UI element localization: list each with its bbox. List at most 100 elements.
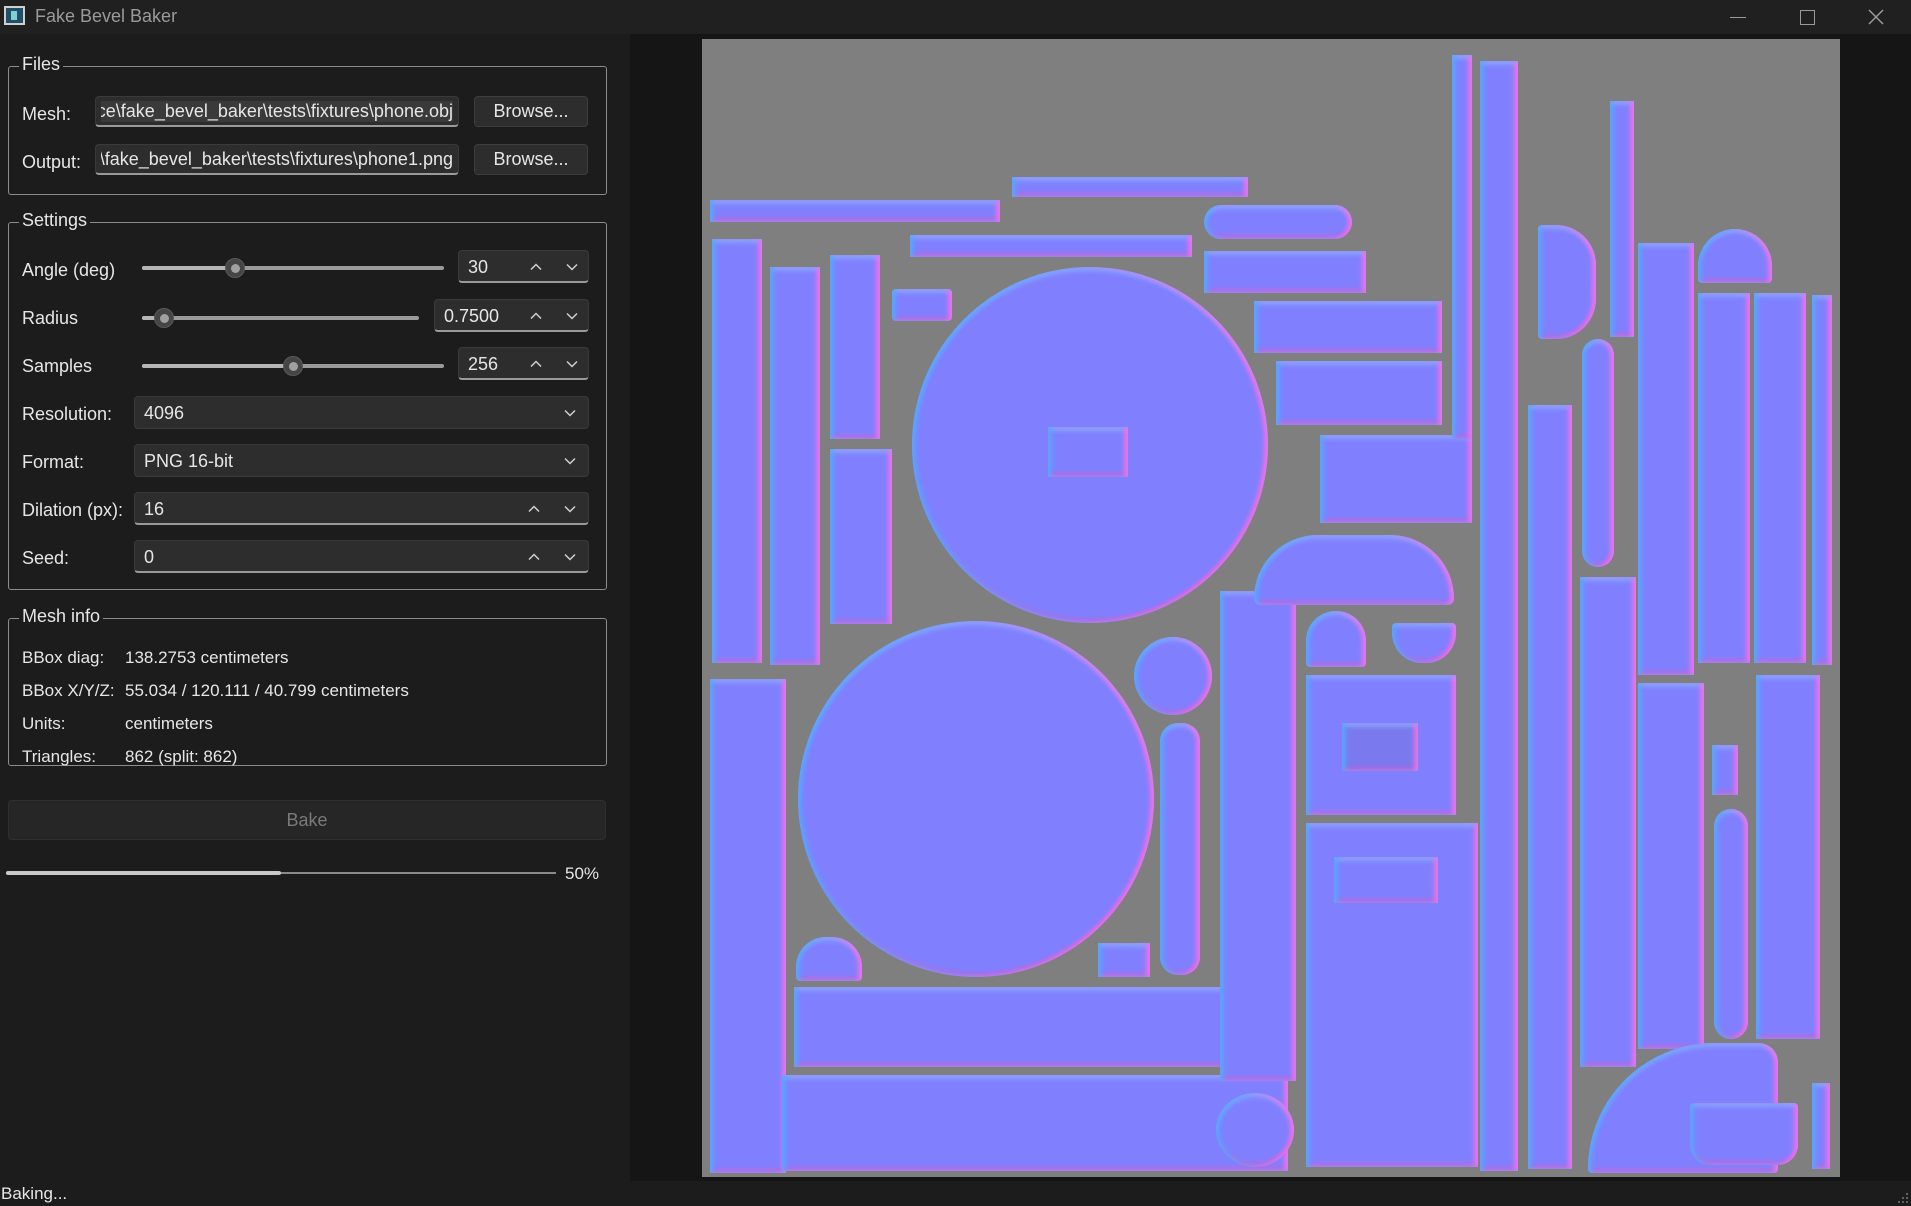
uv-island <box>1638 243 1694 675</box>
uv-island <box>798 621 1154 977</box>
uv-island <box>1160 723 1200 975</box>
chevron-down-icon <box>566 312 578 320</box>
bbox-diag-label: BBox diag: <box>22 648 105 667</box>
uv-island <box>1334 857 1438 903</box>
close-button[interactable] <box>1841 0 1911 34</box>
output-path-input[interactable]: C:\Users\dev\source\fake_bevel_baker\tes… <box>95 144 459 175</box>
uv-island <box>1698 229 1772 283</box>
minimize-button[interactable] <box>1703 0 1773 34</box>
format-value: PNG 16-bit <box>144 451 234 471</box>
uv-island <box>1204 205 1352 239</box>
settings-group-title: Settings <box>19 210 91 231</box>
bbox-xyz-label: BBox X/Y/Z: <box>22 681 115 700</box>
mesh-path-input[interactable]: C:\Users\dev\source\fake_bevel_baker\tes… <box>95 96 459 127</box>
uv-island <box>1754 293 1806 663</box>
mesh-browse-button[interactable]: Browse... <box>474 96 588 127</box>
status-text: Baking... <box>1 1184 68 1203</box>
angle-decrement-button[interactable] <box>557 251 587 282</box>
dilation-decrement-button[interactable] <box>555 493 585 524</box>
uv-island <box>830 449 892 624</box>
chevron-down-icon <box>564 409 576 417</box>
resolution-label: Resolution: <box>22 404 113 424</box>
triangles-label: Triangles: <box>22 747 97 766</box>
angle-slider-handle[interactable] <box>225 258 245 278</box>
chevron-down-icon <box>564 457 576 465</box>
files-group-title: Files <box>19 54 64 75</box>
output-browse-button[interactable]: Browse... <box>474 144 588 175</box>
uv-island <box>1204 251 1366 293</box>
uv-island <box>1698 293 1750 663</box>
samples-slider-fill <box>142 364 293 368</box>
chevron-up-icon <box>530 311 542 319</box>
samples-spinbox[interactable]: 256 <box>458 347 589 380</box>
uv-island <box>1306 611 1366 667</box>
resize-grip-icon[interactable] <box>1897 1192 1909 1204</box>
chevron-down-icon <box>566 263 578 271</box>
angle-slider[interactable] <box>142 258 444 278</box>
units-label: Units: <box>22 714 66 733</box>
uv-island <box>1528 405 1572 1169</box>
bake-button[interactable]: Bake <box>8 800 606 840</box>
uv-island <box>1342 723 1418 771</box>
samples-value: 256 <box>468 354 499 374</box>
status-bar: Baking... <box>0 1181 1911 1206</box>
format-dropdown[interactable]: PNG 16-bit <box>134 444 589 477</box>
samples-slider[interactable] <box>142 356 444 376</box>
window-title: Fake Bevel Baker <box>35 6 178 26</box>
chevron-down-icon <box>564 553 576 561</box>
uv-island <box>1756 675 1820 1039</box>
resolution-dropdown[interactable]: 4096 <box>134 396 589 429</box>
files-group: Files <box>8 54 607 195</box>
chevron-down-icon <box>564 505 576 513</box>
radius-decrement-button[interactable] <box>557 300 587 331</box>
chevron-down-icon <box>566 360 578 368</box>
dilation-increment-button[interactable] <box>519 493 549 524</box>
angle-value: 30 <box>468 257 489 277</box>
uv-island <box>710 200 1000 222</box>
resolution-dropdown-arrow[interactable] <box>555 397 585 428</box>
chevron-up-icon <box>530 359 542 367</box>
chevron-up-icon <box>528 504 540 512</box>
samples-label: Samples <box>22 356 93 376</box>
uv-island <box>892 289 952 321</box>
seed-value: 0 <box>144 547 155 567</box>
output-path-value: C:\Users\dev\source\fake_bevel_baker\tes… <box>101 149 453 169</box>
uv-island <box>710 679 786 1173</box>
bake-progress-text: 50% <box>565 864 600 883</box>
uv-island <box>1012 177 1248 197</box>
seed-increment-button[interactable] <box>519 541 549 572</box>
dilation-spinbox[interactable]: 16 <box>134 492 589 525</box>
uv-island <box>794 987 1234 1067</box>
uv-island <box>1452 55 1472 439</box>
radius-slider-handle[interactable] <box>154 308 174 328</box>
seed-decrement-button[interactable] <box>555 541 585 572</box>
radius-spinbox[interactable]: 0.7500 <box>434 299 589 332</box>
uv-island <box>1538 225 1596 339</box>
radius-value: 0.7500 <box>444 306 500 326</box>
uv-island <box>910 235 1192 257</box>
uv-island <box>1320 435 1472 523</box>
seed-label: Seed: <box>22 548 70 568</box>
uv-island <box>1134 637 1212 715</box>
normal-map-preview[interactable] <box>702 39 1840 1177</box>
format-dropdown-arrow[interactable] <box>555 445 585 476</box>
samples-increment-button[interactable] <box>521 348 551 379</box>
radius-increment-button[interactable] <box>521 300 551 331</box>
seed-spinbox[interactable]: 0 <box>134 540 589 573</box>
uv-island <box>1812 295 1832 665</box>
title-bar: Fake Bevel Baker <box>0 0 1911 34</box>
bbox-diag-value: 138.2753 centimeters <box>125 648 289 667</box>
samples-slider-handle[interactable] <box>283 356 303 376</box>
units-value: centimeters <box>125 714 213 733</box>
angle-spinbox[interactable]: 30 <box>458 250 589 283</box>
uv-island <box>712 239 762 663</box>
uv-island <box>1480 61 1518 1171</box>
uv-island <box>796 937 862 981</box>
angle-increment-button[interactable] <box>521 251 551 282</box>
mesh-label: Mesh: <box>22 104 72 124</box>
radius-slider[interactable] <box>142 308 419 328</box>
maximize-button[interactable] <box>1772 0 1842 34</box>
dilation-value: 16 <box>144 499 165 519</box>
output-label: Output: <box>22 152 82 172</box>
samples-decrement-button[interactable] <box>557 348 587 379</box>
